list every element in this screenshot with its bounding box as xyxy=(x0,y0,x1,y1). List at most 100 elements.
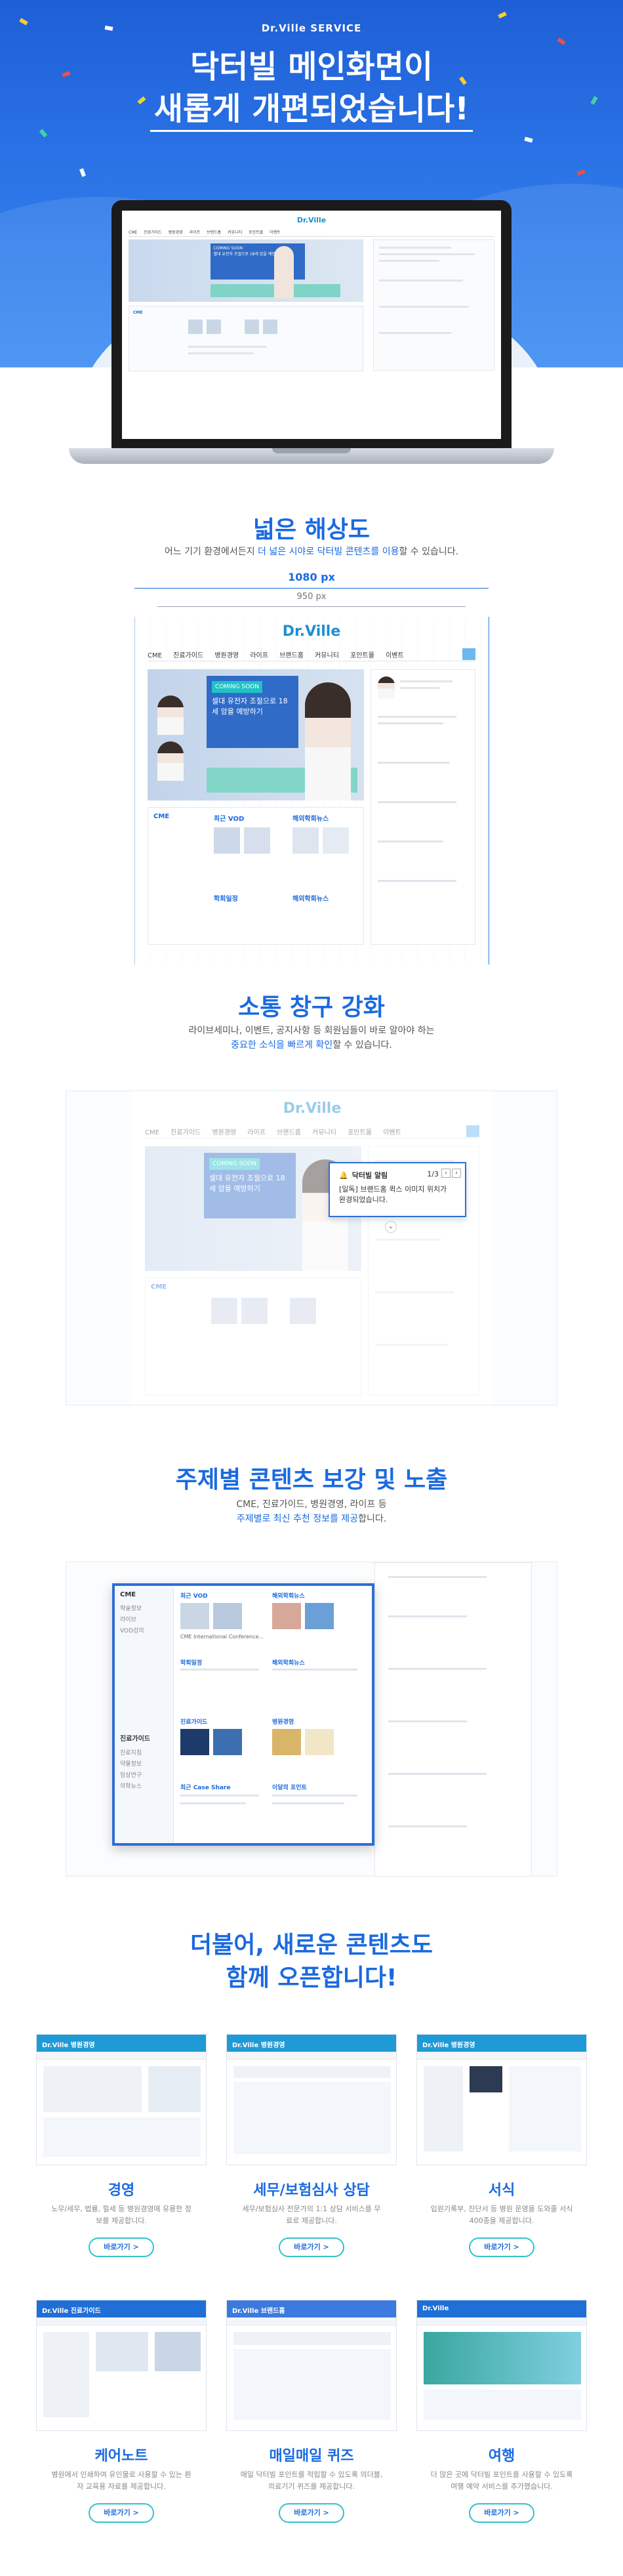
nav-item[interactable]: 병원경영 xyxy=(169,229,183,235)
banner-tag: COMING SOON xyxy=(212,681,262,693)
search-icon[interactable] xyxy=(462,648,475,660)
vod-thumb[interactable] xyxy=(180,1603,209,1629)
card-desc: 매일 닥터빌 포인트를 적립할 수 있도록 의더블, 의료기기 퀴즈를 제공합니… xyxy=(240,2470,383,2491)
feature-card-carenote: Dr.Ville 진료가이드 케어노트 병원에서 인쇄하여 유인물로 사용할 수… xyxy=(36,2300,207,2575)
nav-item[interactable]: 진료가이드 xyxy=(144,229,162,235)
confetti xyxy=(79,168,86,177)
confetti xyxy=(498,11,507,19)
topic-item[interactable]: 임상연구 xyxy=(120,1770,168,1779)
go-button[interactable]: 바로가기 > xyxy=(469,2237,534,2257)
card-topbar: Dr.Ville 병원경영 xyxy=(37,2035,206,2052)
topic-heading: 학회일정 xyxy=(180,1660,203,1667)
panel-label: 해외학회뉴스 xyxy=(292,816,329,823)
hero-title: 닥터빌 메인화면이 새롭게 개편되었습니다! xyxy=(0,46,623,132)
nav-item[interactable]: 커뮤니티 xyxy=(228,229,242,235)
news-thumb[interactable] xyxy=(272,1603,301,1629)
notice-body: [일독] 브랜드홈 퀵스 이미지 위치가 완경되었습니다. xyxy=(339,1185,447,1204)
guide-thumb[interactable] xyxy=(213,1729,242,1755)
mini-site-preview: Dr.Ville CME 진료가이드 병원경영 라이프 브랜드홈 커뮤니티 포인… xyxy=(122,211,501,439)
topic-item[interactable]: 약물정보 xyxy=(120,1759,168,1768)
card-screenshot: Dr.Ville 병원경영 xyxy=(36,2034,207,2165)
vod-caption: CME International Conference... xyxy=(180,1634,264,1640)
go-button[interactable]: 바로가기 > xyxy=(89,2503,154,2523)
card-screenshot: Dr.Ville 병원경영 xyxy=(416,2034,587,2165)
nav-item[interactable]: 라이프 xyxy=(190,229,201,235)
site-banner[interactable]: COMING SOON 셀대 유전자 조절으로 18세 암을 예방하기 xyxy=(129,239,364,302)
section1-frame: Dr.Ville CME 진료가이드 병원경영 라이프 브랜드홈 커뮤니티 포인… xyxy=(66,617,557,965)
topic-item[interactable]: VOD강의 xyxy=(120,1626,168,1634)
next-icon[interactable]: › xyxy=(452,1169,461,1178)
card-desc: 노무/세무, 법률, 힐세 등 병원경영에 유용한 정보를 제공합니다. xyxy=(51,2205,191,2225)
section2-desc: 라이브세미나, 이벤트, 공지사항 등 회원님들이 바로 알아야 하는 중요한 … xyxy=(188,1026,435,1050)
dim-overlay xyxy=(132,1091,492,1405)
nav-item[interactable]: CME xyxy=(129,230,137,235)
site-nav: CME 진료가이드 병원경영 라이프 브랜드홈 커뮤니티 포인트몰 이벤트 xyxy=(129,229,494,237)
doctor-image xyxy=(274,246,294,299)
card-title: 케어노트 xyxy=(94,2448,148,2464)
manage-thumb[interactable] xyxy=(305,1729,334,1755)
doctor-thumb xyxy=(157,696,184,735)
width-1080-line xyxy=(134,588,489,589)
card-desc: 세무/보험심사 전문가의 1:1 상담 서비스를 무료로 제공합니다. xyxy=(242,2205,381,2225)
card-screenshot: Dr.Ville 진료가이드 xyxy=(36,2300,207,2431)
topic-title: 진료가이드 xyxy=(120,1735,150,1743)
avatar xyxy=(378,676,395,699)
nav-item[interactable]: 포인트몰 xyxy=(249,229,263,235)
go-button[interactable]: 바로가기 > xyxy=(279,2237,344,2257)
go-button[interactable]: 바로가기 > xyxy=(469,2503,534,2523)
topic-item[interactable]: 학술정보 xyxy=(120,1604,168,1612)
section2-title: 소통 창구 강화 xyxy=(238,994,385,1021)
topic-title: CME xyxy=(120,1591,136,1598)
card-topbar: Dr.Ville 병원경영 xyxy=(417,2035,586,2052)
card-screenshot: Dr.Ville xyxy=(416,2300,587,2431)
site-content-row: CME xyxy=(129,306,364,371)
site-sidebar-bg xyxy=(374,1562,532,1876)
width-950-line xyxy=(157,606,466,607)
nav-item[interactable]: 라이프 xyxy=(250,650,268,659)
section1-title: 넓은 해상도 xyxy=(252,516,371,543)
nav-item[interactable]: 브랜드홈 xyxy=(207,229,221,235)
go-button[interactable]: 바로가기 > xyxy=(89,2237,154,2257)
site-sidebar xyxy=(373,239,494,371)
confetti xyxy=(557,37,566,45)
topic-item[interactable]: 진료지침 xyxy=(120,1748,168,1756)
vod-thumb[interactable] xyxy=(213,1603,242,1629)
nav-item[interactable]: 커뮤니티 xyxy=(315,650,339,659)
nav-item[interactable]: 병원경영 xyxy=(214,650,239,659)
banner-text: 셀대 유전자 조절으로 18세 암을 예방하기 xyxy=(212,697,288,716)
notice-page-indicator: 1/3 xyxy=(427,1170,439,1178)
nav-item[interactable]: 포인트몰 xyxy=(350,650,374,659)
feature-card-travel: Dr.Ville 여행 더 많은 곳에 닥터빌 포인트를 사용할 수 있도록 여… xyxy=(416,2300,587,2575)
nav-item[interactable]: 브랜드홈 xyxy=(279,650,304,659)
notice-popup[interactable]: 🔔 닥터빌 알림 1/3 ‹ › [일독] 브랜드홈 퀵스 이미지 위치가 완경되… xyxy=(329,1162,466,1217)
card-title: 세무/보험심사 상담 xyxy=(253,2182,370,2199)
panel-label: CME xyxy=(133,310,143,315)
nav-item[interactable]: 이벤트 xyxy=(386,650,404,659)
site-logo: Dr.Ville xyxy=(296,216,327,224)
card-topbar: Dr.Ville 브랜드홈 xyxy=(227,2300,396,2317)
site-content: CME 최근 VOD 해외학회뉴스 학회일정 해외학회뉴스 xyxy=(148,807,364,945)
news-thumb[interactable] xyxy=(305,1603,334,1629)
hero-brand-sub: Dr.Ville SERVICE xyxy=(261,22,362,34)
hero-title-line2: 새롭게 개편되었습니다! xyxy=(150,88,473,132)
site-banner[interactable]: COMING SOON 셀대 유전자 조절으로 18세 암을 예방하기 xyxy=(148,669,364,800)
nav-item[interactable]: 진료가이드 xyxy=(173,650,203,659)
go-button[interactable]: 바로가기 > xyxy=(279,2503,344,2523)
site-preview-notice: Dr.Ville CME 진료가이드 병원경영 라이프 브랜드홈 커뮤니티 포인… xyxy=(132,1091,492,1405)
guide-thumb[interactable] xyxy=(180,1729,209,1755)
banner-text-box: COMING SOON 셀대 유전자 조절으로 18세 암을 예방하기 xyxy=(207,676,298,748)
confetti xyxy=(576,169,586,176)
chevron-down-icon[interactable]: ⌄ xyxy=(385,1221,397,1233)
confetti xyxy=(524,136,533,143)
site-preview-large: Dr.Ville CME 진료가이드 병원경영 라이프 브랜드홈 커뮤니티 포인… xyxy=(134,617,489,965)
nav-item[interactable]: CME xyxy=(148,652,162,659)
site-logo: Dr.Ville xyxy=(282,623,341,640)
panel-label: CME xyxy=(153,813,170,820)
section1-desc: 어느 기기 환경에서든지 더 넓은 시야로 닥터빌 콘텐츠를 이용할 수 있습니… xyxy=(164,547,459,557)
nav-item[interactable]: 이벤트 xyxy=(270,229,281,235)
section2-highlight: 중요한 소식을 빠르게 확인 xyxy=(231,1040,333,1050)
prev-icon[interactable]: ‹ xyxy=(441,1169,451,1178)
topic-item[interactable]: 의학뉴스 xyxy=(120,1781,168,1790)
topic-item[interactable]: 라이브 xyxy=(120,1615,168,1623)
manage-thumb[interactable] xyxy=(272,1729,301,1755)
